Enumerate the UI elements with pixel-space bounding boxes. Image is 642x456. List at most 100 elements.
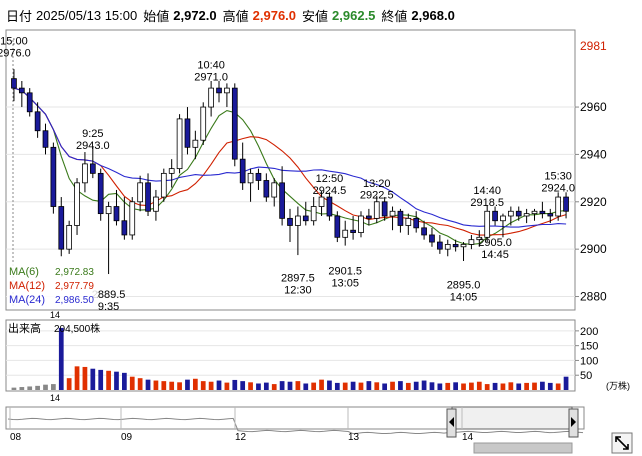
candle-body [66,225,73,250]
volume-bar [429,382,435,390]
candle-body [350,229,356,233]
expand-button[interactable] [611,432,633,454]
volume-bar [43,384,48,390]
candle-body [452,244,459,248]
candle-body [373,201,380,219]
candle-body [200,106,207,141]
volume-bar [524,382,529,390]
candle-body [216,87,222,94]
candle-body [397,210,404,226]
volume-bar [200,381,206,390]
volume-bar [114,371,119,390]
candle-body [121,220,128,236]
volume-bar [185,379,190,390]
candle-body [326,196,333,217]
volume-bar [563,376,569,390]
candle-body [555,196,562,217]
navigator-tick-label: 08 [10,432,22,443]
price-session-label: 14 [50,310,60,320]
price-annotation: 2924.5 [313,185,347,197]
ma-legend: MA(6) 2,972.83 MA(12) 2,977.79 MA(24) 2,… [7,264,97,306]
price-tick-label: 2940 [580,147,607,161]
price-annotation: 2924.0 [541,183,575,195]
price-axis: 2880 2900 2920 2940 2960 [575,100,607,304]
volume-bar [271,384,277,390]
navigator-scrollbar[interactable] [473,442,573,454]
candle-body [468,239,475,245]
candlestick-chart: 2880 2900 2920 2940 2960 15:002976.0 9:252943… [0,29,630,454]
volume-bar [484,384,490,390]
price-tick-label: 2880 [580,290,607,304]
candle-body [563,196,569,212]
candle-body [405,217,412,226]
candle-body [255,172,262,181]
price-annotation: 14:45 [481,249,509,261]
volume-bar [547,382,553,390]
price-annotation: 12:50 [316,173,344,185]
volume-axis: 50 100 150 200 [575,326,598,382]
candle-body [460,244,467,248]
price-annotation: 12:30 [284,284,312,296]
candle-body [366,215,372,219]
volume-bar [169,381,175,390]
volume-bar [263,382,269,390]
volume-bar [287,381,293,390]
price-annotation: 10:40 [197,59,225,71]
volume-tick-label: 150 [580,341,598,353]
volume-bar [303,383,309,390]
price-annotation: 2897.5 [281,273,315,285]
volume-bar [98,369,104,390]
candle-body [11,78,17,89]
volume-bar [279,381,285,390]
volume-title: 出来高 [8,321,41,335]
volume-bar [256,383,261,390]
price-tick-label: 2960 [580,100,607,114]
price-annotation: 13:20 [363,178,391,190]
volume-bar [66,378,72,390]
navigator-tick-label: 09 [121,432,133,443]
volume-bar [508,382,514,390]
chart-window: 日付 2025/05/13 15:00 始値 2,972.0 高値 2,976.… [0,0,642,456]
volume-bar [342,382,348,390]
candle-body [184,118,191,148]
candle-body [34,111,41,132]
candle-body [26,92,33,113]
price-annotation: 2895.0 [447,280,481,292]
volume-bar [19,387,25,390]
navigator-tick-label: 13 [348,432,360,443]
volume-bar [224,382,230,390]
price-annotation: 2905.0 [478,237,512,249]
volume-bar [122,372,127,390]
candle-body [381,201,388,217]
volume-bar [11,387,17,390]
volume-bar [58,327,64,390]
volume-bar [232,379,238,390]
volume-bar [405,382,411,390]
price-annotation: 14:05 [450,292,478,304]
candle-body [224,87,230,94]
volume-tick-label: 100 [580,355,598,367]
candle-body [145,182,151,212]
candle-body [413,217,420,229]
candle-body [97,172,104,215]
candle-body [429,234,435,243]
price-annotation: 2976.0 [0,48,31,60]
candle-body [18,87,25,94]
volume-bar [35,385,40,390]
navigator-window[interactable] [451,406,573,430]
candle-body [421,227,427,236]
price-annotation: 9:35 [98,301,119,313]
volume-title-value: 204,500株 [54,322,100,335]
price-tick-label: 2900 [580,242,607,256]
volume-bar [453,382,458,390]
candle-body [263,180,270,198]
volume-bar [319,379,324,390]
volume-bar [366,381,372,390]
candle-body [444,244,451,250]
volume-bar [555,383,561,390]
candle-body [484,210,491,238]
candle-body [295,215,301,226]
volume-bar [208,381,214,390]
candle-body [247,172,254,184]
candle-body [137,182,143,203]
